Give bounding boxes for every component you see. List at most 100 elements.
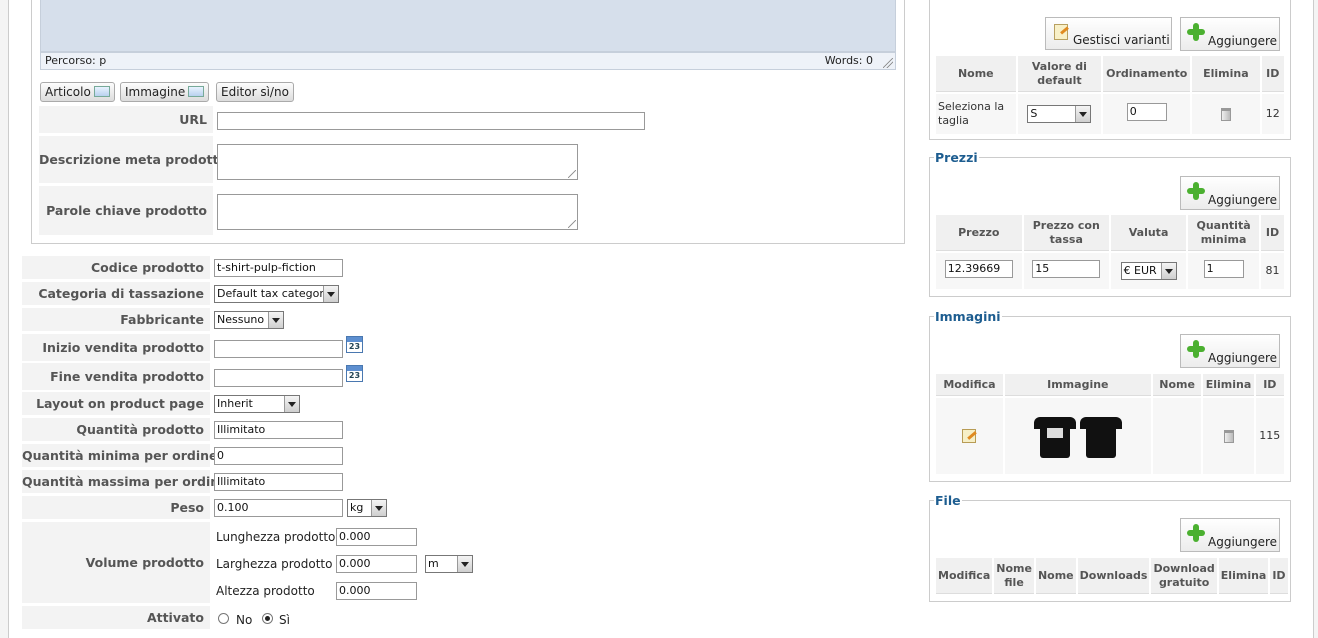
image-icon <box>188 86 205 97</box>
width-input[interactable]: 0.000 <box>336 555 417 573</box>
column-header: Elimina <box>1218 558 1269 594</box>
chevron-down-icon <box>268 312 283 328</box>
product-code-input[interactable]: t-shirt-pulp-fiction <box>214 259 343 277</box>
editor-path: Percorso: p <box>45 54 107 67</box>
min-qty-cell: 1 <box>1188 253 1260 289</box>
sale-start-label: Inizio vendita prodotto <box>22 334 210 362</box>
edit-icon[interactable] <box>962 429 977 443</box>
price-input[interactable]: 12.39669 <box>944 260 1013 278</box>
column-header: Immagine <box>1004 374 1151 396</box>
min-quantity-input[interactable]: 0 <box>214 447 343 465</box>
column-header: Nome <box>1152 374 1202 396</box>
manufacturer-label: Fabbricante <box>22 308 210 332</box>
active-yes-radio[interactable] <box>262 613 273 624</box>
add-icon <box>1187 340 1205 358</box>
price-cell: 12.39669 <box>936 253 1022 289</box>
calendar-icon[interactable]: 23 <box>346 336 363 353</box>
max-quantity-input[interactable]: Illimitato <box>214 473 343 491</box>
length-label: Lunghezza prodotto <box>216 530 336 544</box>
price-tax-input[interactable]: 15 <box>1032 260 1101 278</box>
rich-text-editor[interactable] <box>40 0 896 52</box>
column-header: ID <box>1255 374 1284 396</box>
trash-icon[interactable] <box>1223 429 1234 443</box>
price-id: 81 <box>1261 253 1284 289</box>
files-table: Modifica Nome file Nome Downloads Downlo… <box>934 556 1290 596</box>
add-price-button[interactable]: Aggiungere <box>1180 176 1280 210</box>
column-header: Prezzo con tassa <box>1023 215 1110 251</box>
weight-input[interactable]: 0.100 <box>214 499 343 517</box>
height-input[interactable]: 0.000 <box>336 582 417 600</box>
sale-end-label: Fine vendita prodotto <box>22 363 210 391</box>
prices-legend: Prezzi <box>934 150 979 165</box>
meta-keywords-textarea[interactable] <box>217 194 578 230</box>
order-input[interactable]: 0 <box>1126 103 1167 121</box>
trash-icon[interactable] <box>1220 107 1231 121</box>
length-input[interactable]: 0.000 <box>336 528 417 546</box>
table-row: 12.39669 15 € EUR 1 81 <box>936 253 1284 289</box>
column-header: Modifica <box>936 374 1003 396</box>
table-row: Seleziona la taglia S 0 12 <box>936 94 1284 134</box>
add-variant-button[interactable]: Aggiungere <box>1180 17 1280 51</box>
weight-unit-select[interactable]: kg <box>347 499 387 517</box>
image-id: 115 <box>1255 398 1284 474</box>
column-header: ID <box>1261 56 1284 92</box>
images-table: Modifica Immagine Nome Elimina ID 115 <box>934 372 1286 476</box>
column-header: Nome <box>1035 558 1076 594</box>
meta-keywords-label: Parole chiave prodotto <box>39 186 213 236</box>
add-image-button[interactable]: Aggiungere <box>1180 334 1280 368</box>
calendar-icon[interactable]: 23 <box>346 365 363 382</box>
add-icon <box>1187 23 1205 41</box>
active-no-radio[interactable] <box>218 613 229 624</box>
variants-table: Nome Valore di default Ordinamento Elimi… <box>934 54 1286 136</box>
insert-article-button[interactable]: Articolo <box>40 82 115 102</box>
image-name <box>1152 398 1202 474</box>
width-label: Larghezza prodotto <box>216 557 333 571</box>
toggle-editor-button[interactable]: Editor sì/no <box>216 82 294 102</box>
manufacturer-select[interactable]: Nessuno <box>214 311 284 329</box>
meta-description-label: Descrizione meta prodotto <box>39 136 227 184</box>
chevron-down-icon <box>1075 106 1091 122</box>
table-row: 115 <box>936 398 1284 474</box>
currency-select[interactable]: € EUR <box>1120 262 1177 280</box>
chevron-down-icon <box>284 396 299 412</box>
default-value-select[interactable]: S <box>1027 105 1092 123</box>
files-legend: File <box>934 493 962 508</box>
url-input[interactable] <box>217 112 645 130</box>
meta-description-textarea[interactable] <box>217 144 578 180</box>
delete-cell <box>1203 398 1254 474</box>
edit-note-icon <box>1054 24 1068 40</box>
column-header: ID <box>1261 215 1284 251</box>
insert-image-button[interactable]: Immagine <box>120 82 210 102</box>
active-label: Attivato <box>22 606 210 630</box>
layout-select[interactable]: Inherit <box>214 395 300 413</box>
add-icon <box>1187 524 1205 542</box>
sale-start-input[interactable] <box>214 340 343 358</box>
default-value-cell: S <box>1017 94 1102 134</box>
editor-word-count: Words: 0 <box>824 54 873 67</box>
resize-grip-icon[interactable] <box>883 58 893 68</box>
currency-cell: € EUR <box>1111 253 1187 289</box>
tax-category-select[interactable]: Default tax category <box>214 285 339 303</box>
delete-cell <box>1192 94 1260 134</box>
price-min-qty-input[interactable]: 1 <box>1203 260 1244 278</box>
column-header: ID <box>1270 558 1288 594</box>
tax-category-label: Categoria di tassazione <box>22 282 210 306</box>
add-file-button[interactable]: Aggiungere <box>1180 518 1280 552</box>
min-quantity-label: Quantità minima per ordine <box>22 444 218 468</box>
tshirt-back-thumbnail[interactable] <box>1079 414 1122 458</box>
tshirt-front-thumbnail[interactable] <box>1033 414 1076 458</box>
quantity-label: Quantità prodotto <box>22 418 210 442</box>
column-header: Elimina <box>1192 56 1260 92</box>
image-cell <box>1004 398 1151 474</box>
column-header: Nome file <box>994 558 1034 594</box>
column-header: Valuta <box>1111 215 1187 251</box>
column-header: Valore di default <box>1017 56 1102 92</box>
quantity-input[interactable]: Illimitato <box>214 421 343 439</box>
column-header: Ordinamento <box>1103 56 1191 92</box>
column-header: Prezzo <box>936 215 1022 251</box>
sale-end-input[interactable] <box>214 369 343 387</box>
manage-variants-button[interactable]: Gestisci varianti <box>1045 17 1172 50</box>
prices-table: Prezzo Prezzo con tassa Valuta Quantità … <box>934 213 1286 291</box>
dimension-unit-select[interactable]: m <box>425 555 473 573</box>
column-header: Elimina <box>1203 374 1254 396</box>
